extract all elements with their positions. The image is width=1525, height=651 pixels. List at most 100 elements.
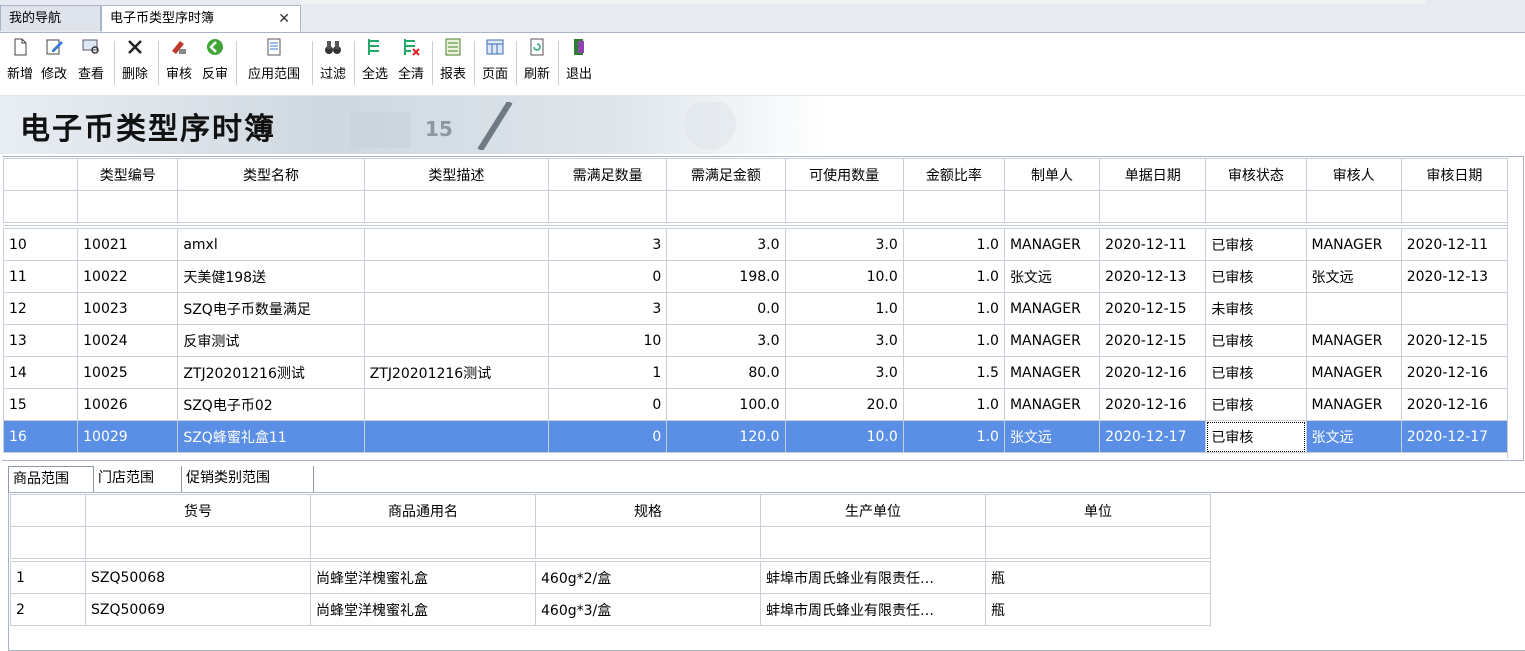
table-cell[interactable]: 张文远: [1305, 260, 1402, 293]
table-cell[interactable]: 1.0: [902, 388, 1005, 421]
filter-cell[interactable]: [177, 190, 365, 226]
filter-cell[interactable]: [310, 526, 536, 562]
table-cell[interactable]: 3: [548, 228, 668, 261]
unaudit-button[interactable]: 反审: [198, 37, 232, 89]
table-cell[interactable]: 2020-12-16: [1400, 388, 1509, 421]
table-cell[interactable]: 已审核: [1205, 260, 1307, 293]
table-cell[interactable]: 11: [2, 260, 79, 293]
table-cell[interactable]: 10022: [77, 260, 179, 293]
table-cell[interactable]: 天美健198送: [177, 260, 365, 293]
table-cell[interactable]: 2020-12-13: [1400, 260, 1509, 293]
table-cell[interactable]: 120.0: [666, 420, 786, 453]
table-cell[interactable]: 3.0: [666, 324, 786, 357]
edit-button[interactable]: 修改: [38, 37, 70, 89]
column-header[interactable]: 类型编号: [77, 158, 179, 191]
table-cell[interactable]: MANAGER: [1003, 324, 1101, 357]
column-header[interactable]: 制单人: [1003, 158, 1101, 191]
table-cell[interactable]: 1.0: [902, 260, 1005, 293]
table-cell[interactable]: 10.0: [784, 420, 904, 453]
filter-cell[interactable]: [985, 526, 1211, 562]
table-cell[interactable]: 1.0: [902, 292, 1005, 325]
table-cell[interactable]: 3: [548, 292, 668, 325]
table-cell[interactable]: 0: [548, 420, 668, 453]
column-header[interactable]: 审核日期: [1400, 158, 1509, 191]
table-cell[interactable]: MANAGER: [1003, 388, 1101, 421]
table-cell[interactable]: 10021: [77, 228, 179, 261]
table-cell[interactable]: MANAGER: [1305, 324, 1402, 357]
table-cell[interactable]: 2020-12-16: [1099, 356, 1207, 389]
table-cell[interactable]: 460g*2/盒: [535, 559, 761, 594]
filter-cell[interactable]: [77, 190, 179, 226]
new-button[interactable]: 新增: [4, 37, 36, 89]
table-cell[interactable]: 1.5: [902, 356, 1005, 389]
table-row[interactable]: 14 10025 ZTJ20201216测试 ZTJ20201216测试 1 80.0 3.…: [2, 356, 1509, 389]
table-cell[interactable]: 2020-12-16: [1400, 356, 1509, 389]
table-cell[interactable]: MANAGER: [1003, 356, 1101, 389]
filter-cell[interactable]: [760, 526, 986, 562]
table-cell[interactable]: [363, 260, 550, 293]
table-cell[interactable]: 15: [2, 388, 79, 421]
page-button[interactable]: 页面: [478, 37, 512, 89]
table-cell[interactable]: 2: [10, 593, 86, 626]
filter-cell[interactable]: [363, 190, 550, 226]
table-cell[interactable]: 3.0: [784, 228, 904, 261]
column-header[interactable]: 类型名称: [177, 158, 365, 191]
table-cell[interactable]: 10026: [77, 388, 179, 421]
delete-button[interactable]: 删除: [118, 37, 152, 89]
audit-button[interactable]: 审核: [162, 37, 196, 89]
table-cell[interactable]: 未审核: [1205, 292, 1307, 325]
tab-ecoin-type-journal[interactable]: 电子币类型序时簿 ✕: [101, 5, 301, 32]
table-cell[interactable]: 2020-12-17: [1400, 420, 1509, 453]
filter-cell[interactable]: [902, 190, 1005, 226]
table-cell[interactable]: [363, 324, 550, 357]
table-cell[interactable]: 张文远: [1305, 420, 1402, 453]
table-cell[interactable]: 1.0: [902, 228, 1005, 261]
table-cell[interactable]: 尚蜂堂洋槐蜜礼盒: [310, 559, 536, 594]
table-cell[interactable]: [363, 228, 550, 261]
table-cell[interactable]: [363, 292, 550, 325]
table-cell[interactable]: 0: [548, 260, 668, 293]
filter-cell[interactable]: [535, 526, 761, 562]
filter-cell[interactable]: [784, 190, 904, 226]
table-cell[interactable]: 100.0: [666, 388, 786, 421]
tab-my-navigation[interactable]: 我的导航: [0, 5, 101, 31]
table-cell[interactable]: [363, 388, 550, 421]
table-cell[interactable]: 1: [548, 356, 668, 389]
clear-all-button[interactable]: 全清: [394, 37, 428, 89]
table-cell[interactable]: MANAGER: [1305, 228, 1402, 261]
table-cell[interactable]: 13: [2, 324, 79, 357]
table-cell[interactable]: 0: [548, 388, 668, 421]
filter-cell[interactable]: [85, 526, 311, 562]
table-cell[interactable]: 10025: [77, 356, 179, 389]
filter-cell[interactable]: [1099, 190, 1207, 226]
table-cell[interactable]: 2020-12-15: [1400, 324, 1509, 357]
table-cell[interactable]: SZQ电子币数量满足: [177, 292, 365, 325]
table-cell[interactable]: 460g*3/盒: [535, 593, 761, 626]
table-cell[interactable]: 2020-12-17: [1099, 420, 1207, 453]
table-cell[interactable]: 10029: [77, 420, 179, 453]
filter-cell[interactable]: [1205, 190, 1307, 226]
refresh-button[interactable]: 刷新: [520, 37, 554, 89]
table-cell[interactable]: MANAGER: [1003, 292, 1101, 325]
view-button[interactable]: 查看: [74, 37, 108, 89]
filter-cell[interactable]: [548, 190, 668, 226]
table-cell[interactable]: 瓶: [985, 593, 1211, 626]
table-cell[interactable]: 10024: [77, 324, 179, 357]
table-cell[interactable]: 张文远: [1003, 420, 1101, 453]
table-cell[interactable]: MANAGER: [1305, 388, 1402, 421]
column-header[interactable]: 审核状态: [1205, 158, 1307, 191]
table-cell[interactable]: 80.0: [666, 356, 786, 389]
filter-cell[interactable]: [1400, 190, 1509, 226]
table-cell[interactable]: 蚌埠市周氏蜂业有限责任…: [760, 559, 986, 594]
column-header[interactable]: 货号: [85, 494, 311, 527]
table-row[interactable]: 12 10023 SZQ电子币数量满足 3 0.0 1.0 1.0 MANAGER 2020-1…: [2, 292, 1509, 325]
table-cell[interactable]: 16: [2, 420, 79, 453]
table-cell[interactable]: 尚蜂堂洋槐蜜礼盒: [310, 593, 536, 626]
tab-product-scope[interactable]: 商品范围: [8, 466, 94, 492]
table-cell[interactable]: 2020-12-13: [1099, 260, 1207, 293]
table-cell[interactable]: 1: [10, 559, 86, 594]
exit-button[interactable]: 退出: [562, 37, 596, 89]
table-cell[interactable]: ZTJ20201216测试: [363, 356, 550, 389]
table-cell[interactable]: 已审核: [1205, 228, 1307, 261]
table-cell[interactable]: 20.0: [784, 388, 904, 421]
